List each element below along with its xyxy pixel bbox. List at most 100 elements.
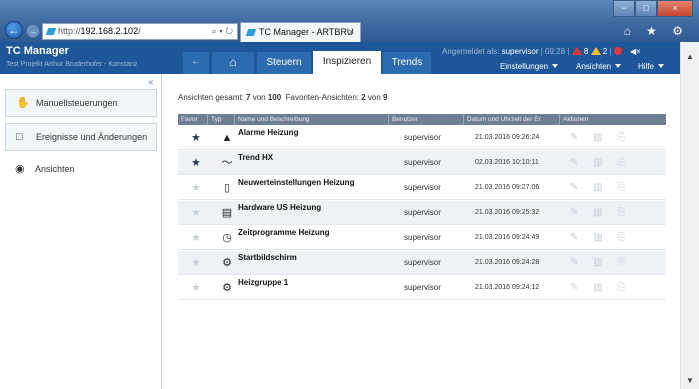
caret-down-icon xyxy=(615,64,622,68)
gear-icon: ⚙ xyxy=(222,257,232,269)
favorite-star-icon[interactable]: ★ xyxy=(191,126,201,150)
row-actions-icons[interactable]: ✎ ▥ ⎘ xyxy=(570,151,631,175)
back-arrow-icon[interactable]: ← xyxy=(183,52,209,74)
trend-icon: 〜 xyxy=(221,157,233,169)
row-actions-icons[interactable]: ✎ ▥ ⎘ xyxy=(570,126,631,150)
tab-trends[interactable]: Trends xyxy=(383,52,431,74)
unfavorite-star-icon[interactable]: ★ xyxy=(191,226,201,250)
view-name[interactable]: Trend HX xyxy=(238,152,273,176)
row-actions-icons[interactable]: ✎ ▥ ⎘ xyxy=(570,226,631,250)
home-icon[interactable]: ⌂ xyxy=(212,52,254,74)
menu-einstellungen[interactable]: Einstellungen xyxy=(500,62,559,71)
col-header-datum[interactable]: Datum und Uhrzeit der Er xyxy=(464,114,560,125)
row-actions-icons[interactable]: ✎ ▥ ⎘ xyxy=(570,201,631,225)
view-name[interactable]: Neuwerteinstellungen Heizung xyxy=(238,177,354,201)
view-date: 21.03.2016 09:24:12 xyxy=(475,284,540,291)
hand-icon: ✋ xyxy=(16,97,30,109)
sidebar-item-label: Ereignisse und Änderungen xyxy=(36,132,148,142)
menu-hilfe[interactable]: Hilfe xyxy=(638,62,665,71)
red-alarm-count[interactable]: 8 xyxy=(584,47,588,56)
address-controls[interactable]: ⌕ ▾ ↻ xyxy=(212,24,233,39)
sidebar-item-manuellsteuerungen[interactable]: ✋ Manuellsteuerungen xyxy=(5,89,157,117)
row-actions-icons[interactable]: ✎ ▥ ⎘ xyxy=(570,176,631,200)
view-name[interactable]: Startbildschirm xyxy=(238,252,297,276)
fav-all: 9 xyxy=(383,93,388,102)
sidebar-item-label: Ansichten xyxy=(35,164,75,174)
favorite-star-icon[interactable]: ★ xyxy=(191,151,201,175)
sidebar-item-ansichten[interactable]: ◉ Ansichten xyxy=(5,156,157,184)
scroll-up-icon[interactable]: ▲ xyxy=(686,52,694,61)
clock-time: 09:28 xyxy=(545,47,566,56)
user-name: supervisor xyxy=(501,47,539,56)
view-date: 02.03.2016 10:10:11 xyxy=(475,159,539,166)
total-of: von xyxy=(250,93,268,102)
user-prefix: Angemeldet als: xyxy=(442,47,502,56)
tab-favicon-icon xyxy=(245,29,257,37)
col-header-typ[interactable]: Typ xyxy=(208,114,235,125)
row-actions-icons[interactable]: ✎ ▥ ⎘ xyxy=(570,251,631,275)
view-name[interactable]: Alarme Heizung xyxy=(238,127,298,151)
window-close-button[interactable]: × xyxy=(657,0,693,17)
menu-ansichten[interactable]: Ansichten xyxy=(576,62,622,71)
browser-forward-button[interactable]: → xyxy=(26,24,40,38)
table-row[interactable]: ★ ▤ Hardware US Heizung supervisor 21.03.201… xyxy=(178,201,666,225)
view-date: 21.03.2016 09:25:32 xyxy=(475,209,540,216)
fav-of: von xyxy=(365,93,384,102)
table-row[interactable]: ★ ⚙ Startbildschirm supervisor 21.03.2016 09… xyxy=(178,251,666,275)
maximize-button[interactable]: □ xyxy=(635,0,657,17)
sidebar: « ✋ Manuellsteuerungen □ Ereignisse und … xyxy=(0,74,162,389)
view-user: supervisor xyxy=(404,258,441,267)
caret-down-icon xyxy=(552,64,559,68)
unfavorite-star-icon[interactable]: ★ xyxy=(191,201,201,225)
row-actions-icons[interactable]: ✎ ▥ ⎘ xyxy=(570,276,631,300)
mute-icon[interactable]: ◀× xyxy=(630,47,641,56)
browser-tab[interactable]: TC Manager - ARTBRU × xyxy=(240,22,361,42)
yellow-alarm-icon[interactable] xyxy=(590,47,601,55)
view-date: 21.03.2016 09:24:49 xyxy=(475,234,540,241)
view-date: 21.03.2016 09:24:28 xyxy=(475,259,540,266)
tab-steuern[interactable]: Steuern xyxy=(257,52,311,74)
alarm-icon: ▲ xyxy=(221,132,233,144)
site-favicon-icon xyxy=(45,28,57,36)
collapse-sidebar-icon[interactable]: « xyxy=(148,77,154,88)
table-row[interactable]: ★ ◷ Zeitprogramme Heizung supervisor 21.03.2… xyxy=(178,226,666,250)
unfavorite-star-icon[interactable]: ★ xyxy=(191,176,201,200)
col-header-favor[interactable]: Favor xyxy=(178,114,208,125)
view-date: 21.03.2016 09:27:06 xyxy=(475,184,540,191)
sidebar-item-ereignisse[interactable]: □ Ereignisse und Änderungen xyxy=(5,123,157,151)
view-name[interactable]: Zeitprogramme Heizung xyxy=(238,227,330,251)
home-favorites-settings-icons[interactable]: ⌂ ★ ⚙ xyxy=(624,24,689,38)
project-subtitle: Test Projekt Arthur Bruderhofer - Konsta… xyxy=(6,61,138,68)
table-row[interactable]: ★ ▲ Alarme Heizung supervisor 21.03.2016 09:… xyxy=(178,126,666,150)
unfavorite-star-icon[interactable]: ★ xyxy=(191,251,201,275)
table-header: Favor Typ Name und Beschreibung Benutzer… xyxy=(178,114,666,125)
unfavorite-star-icon[interactable]: ★ xyxy=(191,276,201,300)
app-header: TC Manager Test Projekt Arthur Bruderhof… xyxy=(0,42,680,74)
yellow-alarm-count[interactable]: 2 xyxy=(603,47,607,56)
tab-close-icon[interactable]: × xyxy=(349,23,354,41)
view-date: 21.03.2016 09:26:24 xyxy=(475,134,540,141)
url-suffix: / xyxy=(138,26,141,36)
view-name[interactable]: Heizgruppe 1 xyxy=(238,277,288,301)
col-header-aktionen: Aktionen xyxy=(563,116,589,123)
device-icon: ▤ xyxy=(221,207,233,219)
page-scrollbar[interactable]: ▲ ▼ xyxy=(680,42,699,389)
view-user: supervisor xyxy=(404,283,441,292)
sidebar-item-label: Manuellsteuerungen xyxy=(36,98,118,108)
browser-back-button[interactable]: ← xyxy=(5,21,23,39)
address-bar[interactable]: http://192.168.2.102/ ⌕ ▾ ↻ xyxy=(42,23,238,40)
table-row[interactable]: ★ ⚙ Heizgruppe 1 supervisor 21.03.2016 09:24… xyxy=(178,276,666,300)
gear-icon: ⚙ xyxy=(222,282,232,294)
view-name[interactable]: Hardware US Heizung xyxy=(238,202,321,226)
minimize-button[interactable]: − xyxy=(613,0,635,17)
scroll-down-icon[interactable]: ▼ xyxy=(686,376,694,385)
tab-inspizieren[interactable]: Inspizieren xyxy=(313,51,381,74)
record-dot-icon[interactable] xyxy=(613,47,622,55)
col-header-name[interactable]: Name und Beschreibung xyxy=(235,114,389,125)
view-user: supervisor xyxy=(404,233,441,242)
table-row[interactable]: ★ ▯ Neuwerteinstellungen Heizung supervisor… xyxy=(178,176,666,200)
table-row[interactable]: ★ 〜 Trend HX supervisor 02.03.2016 10:10:11 ✎… xyxy=(178,151,666,175)
url-prefix: http:// xyxy=(58,26,81,36)
red-alarm-icon[interactable] xyxy=(571,47,582,55)
col-header-benutzer[interactable]: Benutzer xyxy=(389,114,464,125)
